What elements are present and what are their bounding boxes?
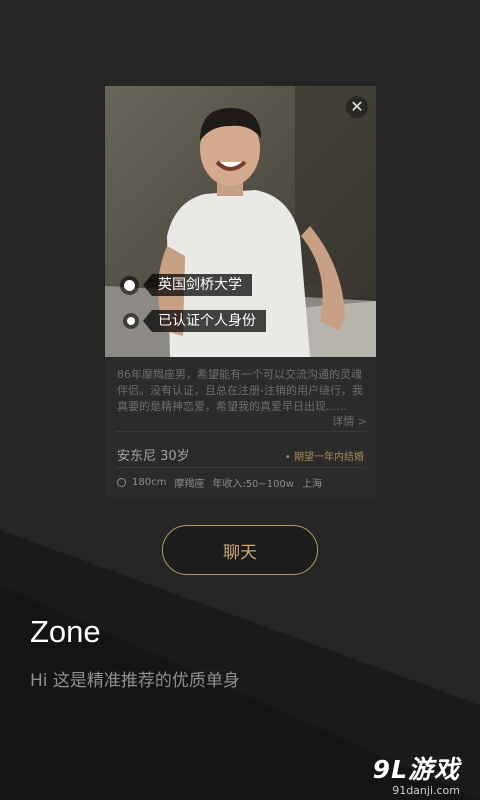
- watermark: 9L游戏 91danji.com: [373, 750, 460, 797]
- divider: [115, 467, 366, 468]
- zone-subtitle: Hi 这是精准推荐的优质单身: [30, 671, 240, 691]
- profile-description: 86年摩羯座男，希望能有一个可以交流沟通的灵魂伴侣。没有认证，且总在注册-注销的…: [117, 368, 363, 413]
- tag-university: 英国剑桥大学: [124, 274, 252, 296]
- expectation-badge: • 期望一年内结婚: [284, 452, 364, 463]
- tag-dot-icon: [124, 279, 135, 291]
- chat-button[interactable]: 聊天: [162, 525, 318, 575]
- zone-title: Zone: [30, 614, 101, 649]
- stat-zodiac: 摩羯座: [174, 479, 205, 490]
- watermark-brand: 9L游戏: [372, 755, 460, 784]
- profile-photo: ✕ 英国剑桥大学 已认证个人身份: [105, 86, 376, 357]
- detail-link[interactable]: 详情 >: [332, 413, 367, 429]
- divider: [115, 431, 366, 432]
- circle-icon: [117, 478, 126, 487]
- tag-verified: 已认证个人身份: [127, 310, 266, 332]
- tag-dot-icon: [127, 317, 135, 325]
- stat-city: 上海: [302, 479, 323, 490]
- stat-income: 年收入:50~100w: [212, 479, 295, 490]
- tag-arrow: [143, 310, 152, 332]
- close-icon[interactable]: ✕: [346, 96, 368, 118]
- tag-label: 已认证个人身份: [152, 310, 266, 332]
- stat-height: 180cm: [132, 477, 167, 488]
- profile-stats: 180cm 摩羯座 年收入:50~100w 上海: [117, 475, 330, 490]
- tag-label: 英国剑桥大学: [152, 274, 252, 296]
- name-age: 安东尼 30岁: [117, 449, 190, 464]
- profile-card: ✕ 英国剑桥大学 已认证个人身份 86年摩羯座男，希望能有一个可以交流沟通的灵魂…: [105, 86, 376, 497]
- tag-arrow: [143, 274, 152, 296]
